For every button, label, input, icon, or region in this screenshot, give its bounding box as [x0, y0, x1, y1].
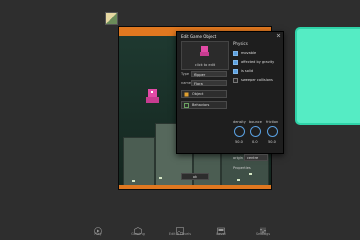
lit-window: [249, 173, 252, 175]
play-button[interactable]: Play: [83, 214, 113, 240]
checkbox-label: is solid: [241, 69, 254, 73]
play-icon: [94, 220, 102, 235]
building: [123, 137, 155, 187]
name-field[interactable]: Flora: [191, 80, 227, 86]
cube-icon: [134, 220, 142, 236]
sliders-icon: [259, 220, 267, 235]
object-icon: [184, 92, 189, 97]
origin-select[interactable]: centre: [244, 154, 268, 161]
side-panel[interactable]: [295, 27, 360, 125]
edit-game-object-dialog: Edit Game Object click to edit Type flip…: [176, 31, 284, 180]
type-field[interactable]: flipper: [191, 71, 227, 77]
sprite-preview[interactable]: click to edit: [181, 41, 229, 70]
close-icon[interactable]: [276, 33, 281, 38]
bounce-value: 0.0: [252, 140, 258, 144]
checkbox-icon[interactable]: [233, 78, 238, 83]
gaming-label: Gaming: [131, 232, 145, 236]
checkbox-label: movable: [241, 51, 257, 55]
gaming-button[interactable]: Gaming: [123, 214, 153, 240]
scene-thumbnail[interactable]: [105, 12, 118, 25]
lit-window: [132, 180, 135, 182]
physics-heading: Physics: [233, 41, 248, 46]
lit-window: [159, 177, 162, 179]
image-icon: [176, 220, 184, 235]
checkbox-icon[interactable]: [233, 69, 238, 74]
density-label: density: [233, 120, 246, 124]
friction-dial[interactable]: [267, 126, 278, 137]
type-field-row: Type flipper: [181, 71, 227, 78]
dialog-title: Edit Game Object: [181, 34, 217, 39]
object-button-label: Object: [192, 92, 204, 96]
level-button[interactable]: Level: [206, 214, 236, 240]
settings-button[interactable]: Settings: [248, 214, 278, 240]
sprite-image: [200, 45, 210, 57]
edit-levels-label: Edit a Levels: [168, 232, 192, 236]
bounce-label: bounce: [249, 120, 262, 124]
object-button[interactable]: Object: [181, 90, 227, 98]
name-label: name: [181, 81, 191, 85]
level-icon: [217, 220, 225, 235]
bounce-dial[interactable]: [250, 126, 261, 137]
checkbox-label: affected by gravity: [241, 60, 275, 64]
checkbox-label: sweeper collisions: [241, 78, 273, 82]
stage-bottom-bar: [119, 185, 271, 189]
checkbox-sweeper[interactable]: sweeper collisions: [233, 78, 279, 84]
checkbox-movable[interactable]: movable: [233, 51, 279, 57]
checkbox-solid[interactable]: is solid: [233, 69, 279, 75]
level-label: Level: [216, 232, 226, 236]
checkbox-icon[interactable]: [233, 60, 238, 65]
checkbox-gravity[interactable]: affected by gravity: [233, 60, 279, 66]
behaviors-button-label: Behaviors: [192, 103, 210, 107]
friction-label: friction: [266, 120, 279, 124]
friction-value: 50.0: [268, 140, 276, 144]
play-label: Play: [94, 232, 102, 236]
ok-button[interactable]: ok: [181, 173, 209, 180]
settings-label: Settings: [255, 232, 271, 236]
bottom-toolbar: Play Gaming Edit a Levels Level Settings: [78, 214, 288, 240]
density-dial[interactable]: [234, 126, 245, 137]
checkbox-icon[interactable]: [233, 51, 238, 56]
sprite-caption: click to edit: [194, 63, 216, 67]
edit-levels-button[interactable]: Edit a Levels: [165, 214, 195, 240]
origin-label: origin: [233, 156, 243, 160]
lit-window: [237, 179, 240, 181]
name-field-row: name Flora: [181, 80, 227, 87]
properties-label: Properties: [233, 166, 251, 170]
behaviors-icon: [184, 103, 189, 108]
density-value: 50.0: [235, 140, 243, 144]
behaviors-button[interactable]: Behaviors: [181, 101, 227, 109]
type-label: Type: [181, 72, 190, 76]
pink-character-sprite[interactable]: [145, 87, 161, 105]
editor-window: { "dialog": { "title": "Edit Game Object…: [0, 0, 360, 240]
status-dots: [253, 24, 265, 39]
